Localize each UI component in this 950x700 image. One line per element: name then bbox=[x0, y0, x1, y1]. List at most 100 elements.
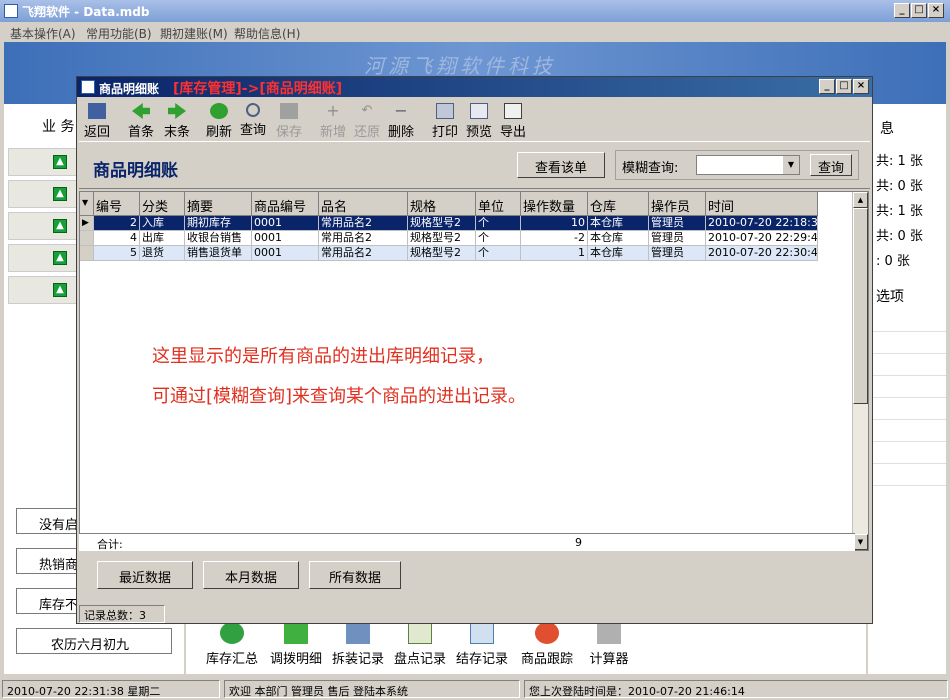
query-button[interactable]: 查询 bbox=[237, 101, 269, 138]
left-arrow-item[interactable]: ▲ bbox=[8, 276, 80, 304]
col-header[interactable]: 单位 bbox=[476, 192, 521, 216]
left-arrow-item[interactable]: ▲ bbox=[8, 212, 80, 240]
preview-button[interactable]: 预览 bbox=[463, 101, 495, 140]
tool-stocktake-record[interactable]: 盘点记录 bbox=[390, 618, 450, 674]
scroll-up-icon[interactable]: ▲ bbox=[853, 192, 868, 208]
table-cell[interactable]: 销售退货单 bbox=[185, 246, 252, 261]
dropdown-arrow-icon[interactable]: ▼ bbox=[783, 156, 799, 174]
all-data-button[interactable]: 所有数据 bbox=[309, 561, 401, 589]
table-cell[interactable]: 个 bbox=[476, 246, 521, 261]
table-cell[interactable]: 入库 bbox=[140, 216, 185, 231]
maximize-button[interactable]: □ bbox=[911, 3, 927, 18]
vertical-scrollbar[interactable]: ▲ ▼ bbox=[852, 192, 868, 550]
table-cell[interactable]: 0001 bbox=[252, 216, 319, 231]
back-button[interactable]: 返回 bbox=[81, 101, 113, 140]
col-header[interactable]: 商品编号 bbox=[252, 192, 319, 216]
list-item bbox=[868, 332, 946, 354]
table-cell[interactable]: 常用品名2 bbox=[319, 231, 408, 246]
record-count: 记录总数：3 bbox=[79, 605, 165, 623]
col-header[interactable]: 仓库 bbox=[588, 192, 649, 216]
table-cell[interactable]: 本仓库 bbox=[588, 246, 649, 261]
table-cell[interactable]: 本仓库 bbox=[588, 231, 649, 246]
last-button[interactable]: 末条 bbox=[161, 101, 193, 140]
fuzzy-search-input[interactable]: ▼ bbox=[696, 155, 800, 175]
col-header[interactable]: 操作数量 bbox=[521, 192, 588, 216]
table-cell[interactable]: 出库 bbox=[140, 231, 185, 246]
row-selector[interactable]: ▶ bbox=[80, 216, 94, 231]
tools-icon bbox=[346, 622, 370, 644]
recent-data-button[interactable]: 最近数据 bbox=[97, 561, 193, 589]
dialog-maximize-button[interactable]: □ bbox=[836, 79, 852, 94]
table-cell[interactable]: 1 bbox=[521, 246, 588, 261]
tool-balance-record[interactable]: 结存记录 bbox=[452, 618, 512, 674]
col-header[interactable]: 时间 bbox=[706, 192, 818, 216]
col-header[interactable]: 分类 bbox=[140, 192, 185, 216]
right-count: : 0 张 bbox=[876, 254, 910, 269]
search-button[interactable]: 查询 bbox=[810, 154, 852, 176]
col-header[interactable]: 摘要 bbox=[185, 192, 252, 216]
left-arrow-item[interactable]: ▲ bbox=[8, 244, 80, 272]
tool-product-track[interactable]: 商品跟踪 bbox=[514, 618, 580, 674]
add-button[interactable]: + 新增 bbox=[317, 101, 349, 141]
delete-button[interactable]: − 删除 bbox=[385, 101, 417, 141]
table-cell[interactable]: 规格型号2 bbox=[408, 246, 476, 261]
table-cell[interactable]: 管理员 bbox=[649, 216, 706, 231]
table-cell[interactable]: 常用品名2 bbox=[319, 216, 408, 231]
refresh-button[interactable]: 刷新 bbox=[203, 101, 235, 140]
table-cell[interactable]: 期初库存 bbox=[185, 216, 252, 231]
table-cell[interactable]: 本仓库 bbox=[588, 216, 649, 231]
table-cell[interactable]: 5 bbox=[94, 246, 140, 261]
col-header[interactable]: 规格 bbox=[408, 192, 476, 216]
col-header[interactable]: 品名 bbox=[319, 192, 408, 216]
table-cell[interactable]: 2010-07-20 22:18:3 bbox=[706, 216, 818, 231]
scroll-down-icon[interactable]: ▼ bbox=[853, 534, 868, 550]
fuzzy-search-group: 模糊查询: ▼ 查询 bbox=[615, 150, 859, 180]
table-cell[interactable]: 管理员 bbox=[649, 246, 706, 261]
row-selector[interactable] bbox=[80, 231, 94, 246]
restore-button[interactable]: ↶ 还原 bbox=[351, 101, 383, 140]
view-document-button[interactable]: 查看该单 bbox=[517, 152, 605, 178]
close-button[interactable]: × bbox=[928, 3, 944, 18]
minimize-button[interactable]: _ bbox=[894, 3, 910, 18]
table-cell[interactable]: 常用品名2 bbox=[319, 246, 408, 261]
table-cell[interactable]: 退货 bbox=[140, 246, 185, 261]
table-cell[interactable]: 个 bbox=[476, 231, 521, 246]
month-data-button[interactable]: 本月数据 bbox=[203, 561, 299, 589]
dialog-icon bbox=[81, 80, 95, 94]
col-header[interactable]: 操作员 bbox=[649, 192, 706, 216]
left-arrow-icon bbox=[132, 103, 150, 119]
table-cell[interactable]: -2 bbox=[521, 231, 588, 246]
table-cell[interactable]: 10 bbox=[521, 216, 588, 231]
table-cell[interactable]: 0001 bbox=[252, 231, 319, 246]
menu-common[interactable]: 常用功能(B) bbox=[86, 25, 152, 42]
row-selector[interactable] bbox=[80, 246, 94, 261]
menu-opening[interactable]: 期初建账(M) bbox=[160, 25, 228, 42]
print-button[interactable]: 打印 bbox=[429, 101, 461, 140]
table-cell[interactable]: 4 bbox=[94, 231, 140, 246]
dialog-minimize-button[interactable]: _ bbox=[819, 79, 835, 94]
tool-assembly-record[interactable]: 拆装记录 bbox=[328, 618, 388, 674]
left-arrow-item[interactable]: ▲ bbox=[8, 180, 80, 208]
table-cell[interactable]: 2010-07-20 22:30:4 bbox=[706, 246, 818, 261]
table-cell[interactable]: 个 bbox=[476, 216, 521, 231]
menu-basic[interactable]: 基本操作(A) bbox=[10, 25, 76, 42]
dialog-close-button[interactable]: × bbox=[853, 79, 869, 94]
menu-help[interactable]: 帮助信息(H) bbox=[234, 25, 300, 42]
table-cell[interactable]: 2010-07-20 22:29:4 bbox=[706, 231, 818, 246]
table-cell[interactable]: 管理员 bbox=[649, 231, 706, 246]
save-button[interactable]: 保存 bbox=[273, 101, 305, 140]
table-cell[interactable]: 收银台销售 bbox=[185, 231, 252, 246]
left-arrow-item[interactable]: ▲ bbox=[8, 148, 80, 176]
col-header[interactable]: 编号 bbox=[94, 192, 140, 216]
tool-calculator[interactable]: 计算器 bbox=[582, 618, 636, 674]
left-tab[interactable]: 业 务 bbox=[8, 110, 84, 140]
table-cell[interactable]: 0001 bbox=[252, 246, 319, 261]
table-cell[interactable]: 2 bbox=[94, 216, 140, 231]
tool-transfer-detail[interactable]: 调拨明细 bbox=[266, 618, 326, 674]
scroll-thumb[interactable] bbox=[853, 208, 868, 404]
table-cell[interactable]: 规格型号2 bbox=[408, 231, 476, 246]
tool-stock-summary[interactable]: 库存汇总 bbox=[202, 618, 262, 674]
table-cell[interactable]: 规格型号2 bbox=[408, 216, 476, 231]
export-button[interactable]: 导出 bbox=[497, 101, 529, 140]
first-button[interactable]: 首条 bbox=[125, 101, 157, 140]
